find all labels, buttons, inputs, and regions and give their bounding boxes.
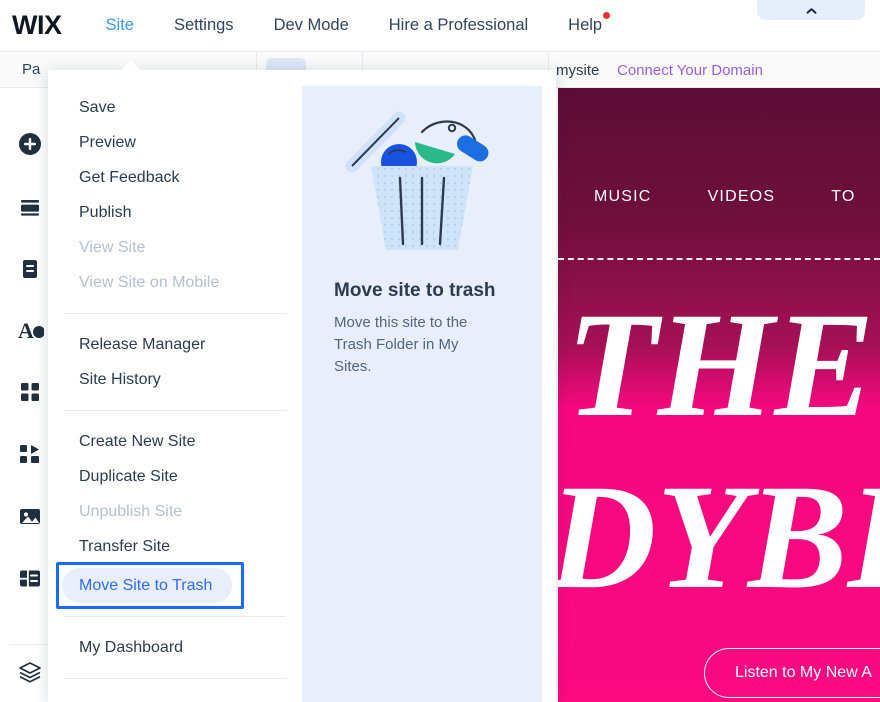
menu-dev-mode[interactable]: Dev Mode [274, 16, 349, 35]
menu-settings-label: Settings [173, 16, 234, 34]
site-nav-item-music[interactable]: MUSIC [594, 188, 652, 206]
add-elements-icon[interactable] [16, 130, 44, 158]
menu-item-get-feedback[interactable]: Get Feedback [48, 160, 302, 195]
dropdown-item-list: Save Preview Get Feedback Publish View S… [48, 70, 302, 702]
menu-item-unpublish-site: Unpublish Site [79, 502, 183, 520]
menu-settings[interactable]: Settings [174, 16, 234, 35]
site-preview-canvas[interactable]: MUSIC VIDEOS TO THE DYBI Listen to My Ne… [558, 88, 880, 702]
hero-headline-line1: THE [566, 282, 875, 448]
site-nav-item-videos[interactable]: VIDEOS [708, 188, 776, 206]
trash-can-illustration [327, 104, 517, 254]
editor-window: MUSIC VIDEOS TO THE DYBI Listen to My Ne… [0, 0, 880, 702]
site-preview-nav: MUSIC VIDEOS TO [558, 188, 880, 206]
site-nav-item-tour[interactable]: TO [831, 188, 855, 206]
menu-item-my-dashboard[interactable]: My Dashboard [48, 630, 302, 665]
pages-icon[interactable] [16, 255, 44, 283]
menu-item-save[interactable]: Save [48, 90, 302, 125]
connect-domain-link[interactable]: Connect Your Domain [617, 62, 763, 79]
apps-icon[interactable] [16, 378, 44, 406]
menu-hire-a-professional[interactable]: Hire a Professional [389, 16, 528, 35]
svg-text:A: A [18, 318, 34, 343]
dropdown-divider-3 [64, 616, 286, 617]
menu-hire-label: Hire a Professional [388, 16, 529, 34]
site-name-label: mysite [556, 62, 600, 79]
menu-item-exit-editor[interactable]: Exit Editor [48, 692, 302, 702]
menu-help-label: Help [568, 16, 603, 34]
layers-icon[interactable] [16, 658, 44, 686]
panel-description: Move this site to the Trash Folder in My… [334, 314, 468, 375]
sections-icon[interactable] [16, 193, 44, 221]
menu-item-publish[interactable]: Publish [48, 195, 302, 230]
panel-title: Move site to trash [334, 280, 496, 301]
chevron-up-icon [806, 7, 817, 14]
collapse-panel-tab[interactable] [757, 0, 865, 20]
menu-item-release-manager[interactable]: Release Manager [48, 327, 302, 362]
dropdown-divider-1 [64, 313, 286, 314]
menu-item-create-new-site[interactable]: Create New Site [48, 424, 302, 459]
menu-item-move-site-to-trash-wrapper: Move Site to Trash [48, 562, 302, 609]
site-dropdown-menu: Save Preview Get Feedback Publish View S… [48, 61, 556, 702]
menu-dev-mode-label: Dev Mode [273, 16, 349, 34]
top-menu-list: Site Settings Dev Mode Hire a Profession… [106, 12, 643, 35]
dropdown-divider-2 [64, 410, 286, 411]
wix-logo[interactable]: WIX [12, 10, 62, 41]
site-nav-divider [558, 258, 880, 260]
text-icon[interactable]: A [16, 316, 45, 344]
rail-divider [10, 644, 48, 645]
menu-item-preview[interactable]: Preview [48, 125, 302, 160]
hero-headline-line2: DYBI [558, 454, 880, 620]
content-manager-icon[interactable] [16, 564, 44, 592]
move-to-trash-info-panel: Move site to trash Move this site to the… [302, 86, 542, 702]
menu-item-view-site: View Site [79, 238, 146, 256]
my-business-icon[interactable] [16, 440, 44, 468]
menu-site[interactable]: Site [106, 16, 134, 35]
dropdown-preview-column: Move site to trash Move this site to the… [302, 70, 556, 702]
editor-top-menu-bar: WIX Site Settings Dev Mode Hire a Profes… [0, 0, 880, 52]
dropdown-divider-4 [64, 678, 286, 679]
menu-item-site-history[interactable]: Site History [48, 362, 302, 397]
focus-highlight-ring [56, 562, 244, 609]
menu-item-transfer-site[interactable]: Transfer Site [48, 529, 302, 564]
menu-item-view-site-on-mobile: View Site on Mobile [79, 273, 220, 291]
menu-item-duplicate-site[interactable]: Duplicate Site [48, 459, 302, 494]
listen-cta-button[interactable]: Listen to My New A [704, 648, 880, 698]
menu-site-label: Site [105, 16, 134, 34]
media-icon[interactable] [16, 502, 44, 530]
toolbar-pages-label[interactable]: Pa [22, 61, 40, 78]
notification-dot-icon [603, 12, 611, 19]
menu-help[interactable]: Help [568, 12, 611, 35]
